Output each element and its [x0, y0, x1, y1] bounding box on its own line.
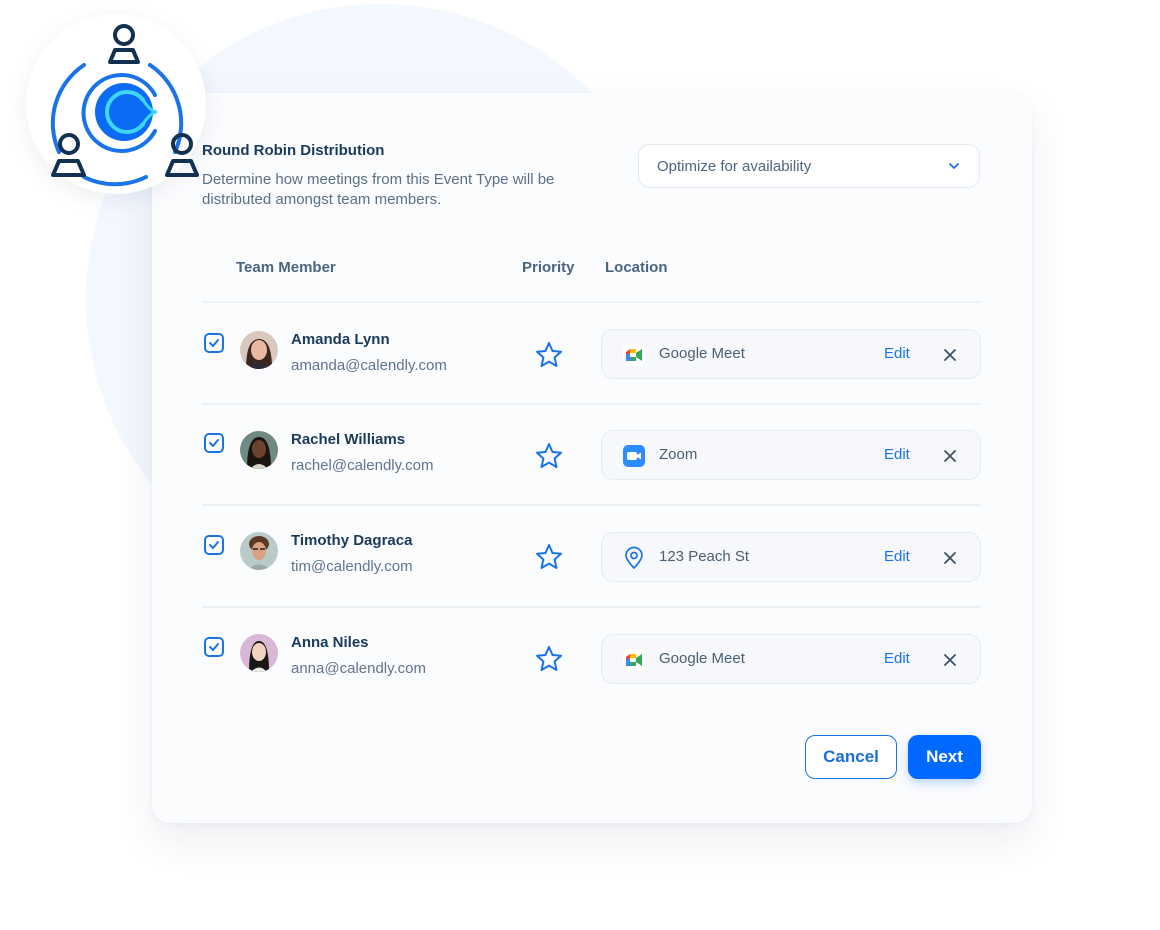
location-chip: Zoom Edit: [601, 430, 981, 480]
edit-location-link[interactable]: Edit: [884, 548, 910, 565]
location-name: Google Meet: [659, 345, 745, 362]
section-description: Determine how meetings from this Event T…: [202, 171, 555, 208]
member-name: Anna Niles: [291, 634, 369, 651]
location-chip: 123 Peach St Edit: [601, 532, 981, 582]
edit-location-link[interactable]: Edit: [884, 650, 910, 667]
location-name: Google Meet: [659, 650, 745, 667]
close-icon[interactable]: [942, 347, 958, 363]
cancel-button[interactable]: Cancel: [805, 735, 897, 779]
avatar: [240, 431, 278, 469]
section-title: Round Robin Distribution: [202, 142, 385, 159]
column-header-location: Location: [605, 259, 668, 276]
google-meet-icon: [623, 649, 645, 671]
round-robin-logo: [26, 14, 206, 194]
table-row: Anna Niles anna@calendly.com Google Meet…: [202, 634, 981, 734]
google-meet-icon: [623, 344, 645, 366]
column-header-team-member: Team Member: [236, 259, 336, 276]
star-icon[interactable]: [534, 340, 564, 370]
check-icon: [209, 439, 219, 447]
avatar: [240, 634, 278, 672]
check-icon: [209, 643, 219, 651]
member-name: Timothy Dagraca: [291, 532, 413, 549]
member-checkbox[interactable]: [204, 637, 224, 657]
column-header-priority: Priority: [522, 259, 575, 276]
member-email: anna@calendly.com: [291, 660, 427, 677]
edit-location-link[interactable]: Edit: [884, 446, 910, 463]
distribution-select[interactable]: Optimize for availability: [638, 144, 980, 188]
avatar: [240, 532, 278, 570]
chevron-down-icon: [949, 163, 959, 169]
zoom-icon: [623, 445, 645, 467]
star-icon[interactable]: [534, 644, 564, 674]
member-checkbox[interactable]: [204, 433, 224, 453]
close-icon[interactable]: [942, 652, 958, 668]
avatar: [240, 331, 278, 369]
check-icon: [209, 339, 219, 347]
location-chip: Google Meet Edit: [601, 634, 981, 684]
round-robin-icon: [50, 24, 199, 187]
close-icon[interactable]: [942, 448, 958, 464]
table-row: Amanda Lynn amanda@calendly.com Google M…: [202, 329, 981, 429]
divider: [202, 301, 981, 303]
member-checkbox[interactable]: [204, 535, 224, 555]
next-button[interactable]: Next: [908, 735, 981, 779]
member-email: tim@calendly.com: [291, 558, 413, 575]
member-name: Amanda Lynn: [291, 331, 390, 348]
star-icon[interactable]: [534, 542, 564, 572]
map-pin-icon: [625, 546, 643, 569]
edit-location-link[interactable]: Edit: [884, 345, 910, 362]
distribution-select-value: Optimize for availability: [657, 157, 812, 175]
location-chip: Google Meet Edit: [601, 329, 981, 379]
location-name: Zoom: [659, 446, 698, 463]
member-email: rachel@calendly.com: [291, 457, 434, 474]
table-row: Timothy Dagraca tim@calendly.com 123 Pea…: [202, 532, 981, 632]
location-name: 123 Peach St: [659, 548, 750, 565]
star-icon[interactable]: [534, 441, 564, 471]
member-email: amanda@calendly.com: [291, 357, 447, 374]
close-icon[interactable]: [942, 550, 958, 566]
check-icon: [209, 541, 219, 549]
member-checkbox[interactable]: [204, 333, 224, 353]
member-name: Rachel Williams: [291, 431, 406, 448]
table-row: Rachel Williams rachel@calendly.com Zoom…: [202, 430, 981, 530]
